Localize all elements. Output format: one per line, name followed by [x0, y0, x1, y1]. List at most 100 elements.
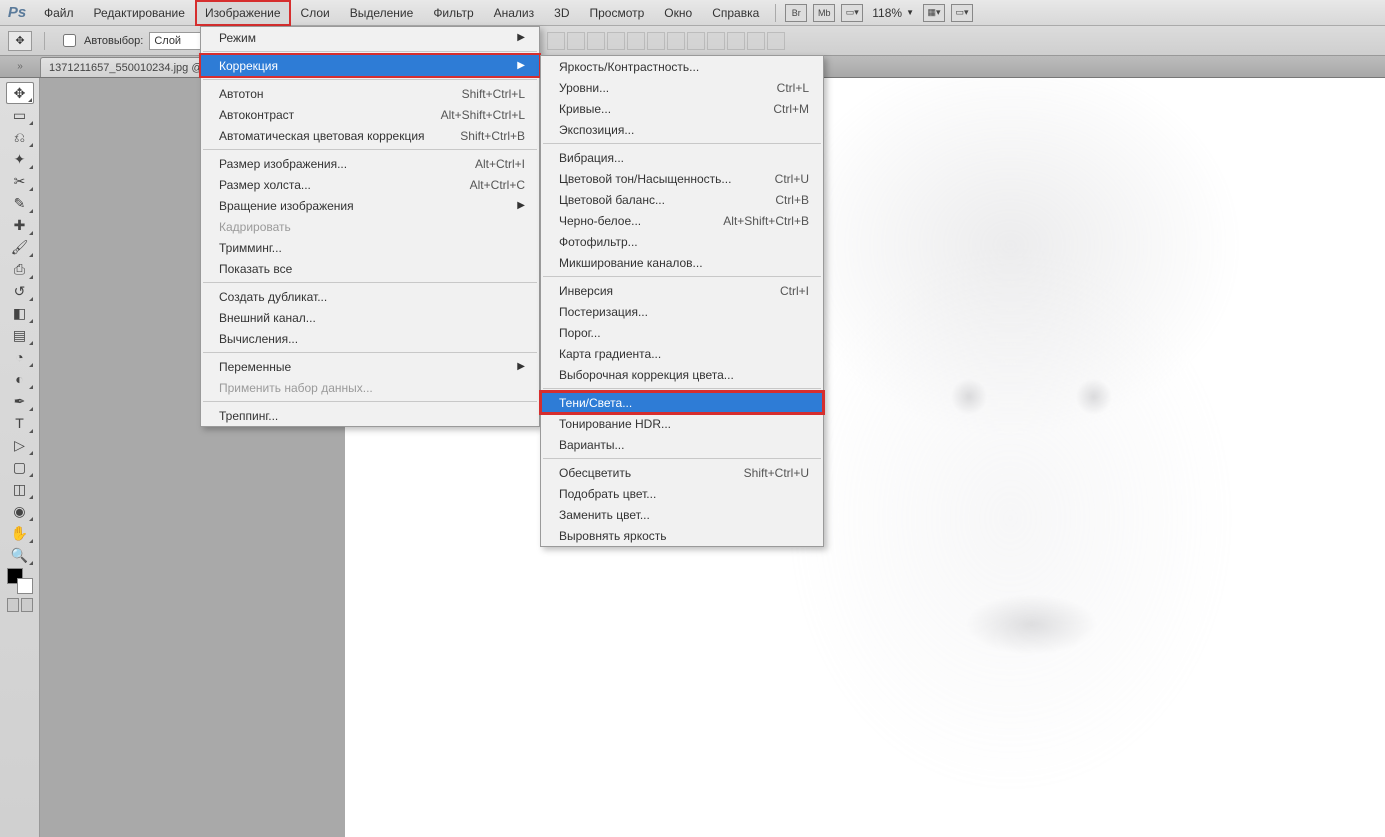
screenmode-icon[interactable]: ▭▾ — [841, 4, 863, 22]
menu-item[interactable]: Тримминг... — [201, 237, 539, 258]
tool-move[interactable]: ✥ — [6, 82, 34, 104]
arrange-icon[interactable]: ▦▾ — [923, 4, 945, 22]
menu-item-label: Карта градиента... — [559, 347, 661, 361]
menu-shortcut: Shift+Ctrl+L — [432, 87, 525, 101]
menu-item[interactable]: Тени/Света... — [541, 392, 823, 413]
align-icon[interactable] — [607, 32, 625, 50]
menu-item-label: Цветовой баланс... — [559, 193, 665, 207]
align-icon[interactable] — [667, 32, 685, 50]
menu-item[interactable]: АвтоконтрастAlt+Shift+Ctrl+L — [201, 104, 539, 125]
foreground-background-swatch[interactable] — [7, 568, 33, 594]
bridge-icon[interactable]: Br — [785, 4, 807, 22]
tool-type[interactable]: T — [6, 412, 34, 434]
minibridge-icon[interactable]: Mb — [813, 4, 835, 22]
menu-item[interactable]: ИнверсияCtrl+I — [541, 280, 823, 301]
menu-item[interactable]: Порог... — [541, 322, 823, 343]
align-icon[interactable] — [727, 32, 745, 50]
tool-3d[interactable]: ◫ — [6, 478, 34, 500]
menu-фильтр[interactable]: Фильтр — [423, 0, 483, 26]
tool-eraser[interactable]: ◧ — [6, 302, 34, 324]
menu-item[interactable]: Вычисления... — [201, 328, 539, 349]
menu-item[interactable]: Выровнять яркость — [541, 525, 823, 546]
menu-анализ[interactable]: Анализ — [484, 0, 545, 26]
tool-marquee[interactable]: ▭ — [6, 104, 34, 126]
menu-item[interactable]: Подобрать цвет... — [541, 483, 823, 504]
align-icon[interactable] — [587, 32, 605, 50]
menu-item[interactable]: Коррекция▶ — [201, 55, 539, 76]
align-icon[interactable] — [547, 32, 565, 50]
tool-path[interactable]: ▷ — [6, 434, 34, 456]
menu-файл[interactable]: Файл — [34, 0, 84, 26]
menu-item[interactable]: Экспозиция... — [541, 119, 823, 140]
menu-item[interactable]: Вибрация... — [541, 147, 823, 168]
menu-item[interactable]: Заменить цвет... — [541, 504, 823, 525]
tool-crop[interactable]: ✂ — [6, 170, 34, 192]
tool-gradient[interactable]: ▤ — [6, 324, 34, 346]
tool-healing[interactable]: ✚ — [6, 214, 34, 236]
zoom-level[interactable]: 118%▼ — [872, 6, 914, 20]
menu-item[interactable]: АвтотонShift+Ctrl+L — [201, 83, 539, 104]
menu-item[interactable]: Кривые...Ctrl+M — [541, 98, 823, 119]
menu-item[interactable]: Тонирование HDR... — [541, 413, 823, 434]
quickmask-toggle[interactable] — [7, 598, 33, 612]
move-tool-icon[interactable]: ✥ — [8, 31, 32, 51]
align-icon[interactable] — [707, 32, 725, 50]
tool-blur[interactable]: ◔ — [6, 346, 34, 368]
align-icon[interactable] — [767, 32, 785, 50]
align-icon[interactable] — [687, 32, 705, 50]
tool-dodge[interactable]: ◐ — [6, 368, 34, 390]
menu-item[interactable]: Размер изображения...Alt+Ctrl+I — [201, 153, 539, 174]
menu-item[interactable]: Цветовой баланс...Ctrl+B — [541, 189, 823, 210]
menu-item[interactable]: Варианты... — [541, 434, 823, 455]
tool-hand[interactable]: ✋ — [6, 522, 34, 544]
menu-item[interactable]: Автоматическая цветовая коррекцияShift+C… — [201, 125, 539, 146]
align-icon[interactable] — [627, 32, 645, 50]
menu-item[interactable]: Яркость/Контрастность... — [541, 56, 823, 77]
menu-item[interactable]: Карта градиента... — [541, 343, 823, 364]
menu-item-label: Показать все — [219, 262, 292, 276]
menu-item[interactable]: Черно-белое...Alt+Shift+Ctrl+B — [541, 210, 823, 231]
menu-выделение[interactable]: Выделение — [340, 0, 424, 26]
align-icon[interactable] — [647, 32, 665, 50]
menu-окно[interactable]: Окно — [654, 0, 702, 26]
tool-wand[interactable]: ✦ — [6, 148, 34, 170]
menu-item[interactable]: Фотофильтр... — [541, 231, 823, 252]
menu-item[interactable]: Постеризация... — [541, 301, 823, 322]
tool-brush[interactable]: 🖌 — [6, 236, 34, 258]
tool-history[interactable]: ↺ — [6, 280, 34, 302]
menu-item[interactable]: Создать дубликат... — [201, 286, 539, 307]
menu-item[interactable]: ОбесцветитьShift+Ctrl+U — [541, 462, 823, 483]
menu-слои[interactable]: Слои — [291, 0, 340, 26]
menu-item-label: Внешний канал... — [219, 311, 316, 325]
tool-stamp[interactable]: ⎙ — [6, 258, 34, 280]
extras-icon[interactable]: ▭▾ — [951, 4, 973, 22]
align-icon[interactable] — [567, 32, 585, 50]
tool-zoom[interactable]: 🔍 — [6, 544, 34, 566]
menu-изображение[interactable]: Изображение — [195, 0, 291, 26]
menu-item-label: Черно-белое... — [559, 214, 641, 228]
tool-eyedropper[interactable]: ✎ — [6, 192, 34, 214]
menu-item[interactable]: Переменные▶ — [201, 356, 539, 377]
tool-3dcamera[interactable]: ◉ — [6, 500, 34, 522]
menu-separator — [203, 149, 537, 150]
menu-item[interactable]: Цветовой тон/Насыщенность...Ctrl+U — [541, 168, 823, 189]
menu-item[interactable]: Режим▶ — [201, 27, 539, 48]
menu-item[interactable]: Треппинг... — [201, 405, 539, 426]
menu-item[interactable]: Уровни...Ctrl+L — [541, 77, 823, 98]
align-icon[interactable] — [747, 32, 765, 50]
menu-item[interactable]: Вращение изображения▶ — [201, 195, 539, 216]
autoselect-checkbox[interactable] — [63, 34, 76, 47]
tool-shape[interactable]: ▢ — [6, 456, 34, 478]
menu-item[interactable]: Микширование каналов... — [541, 252, 823, 273]
tool-pen[interactable]: ✒ — [6, 390, 34, 412]
menu-справка[interactable]: Справка — [702, 0, 769, 26]
expand-tabs-icon[interactable]: » — [0, 55, 40, 77]
menu-item[interactable]: Выборочная коррекция цвета... — [541, 364, 823, 385]
menu-item[interactable]: Размер холста...Alt+Ctrl+C — [201, 174, 539, 195]
menu-item[interactable]: Показать все — [201, 258, 539, 279]
menu-редактирование[interactable]: Редактирование — [84, 0, 195, 26]
menu-item[interactable]: Внешний канал... — [201, 307, 539, 328]
menu-просмотр[interactable]: Просмотр — [579, 0, 654, 26]
tool-lasso[interactable]: ⎌ — [6, 126, 34, 148]
menu-3d[interactable]: 3D — [544, 0, 579, 26]
